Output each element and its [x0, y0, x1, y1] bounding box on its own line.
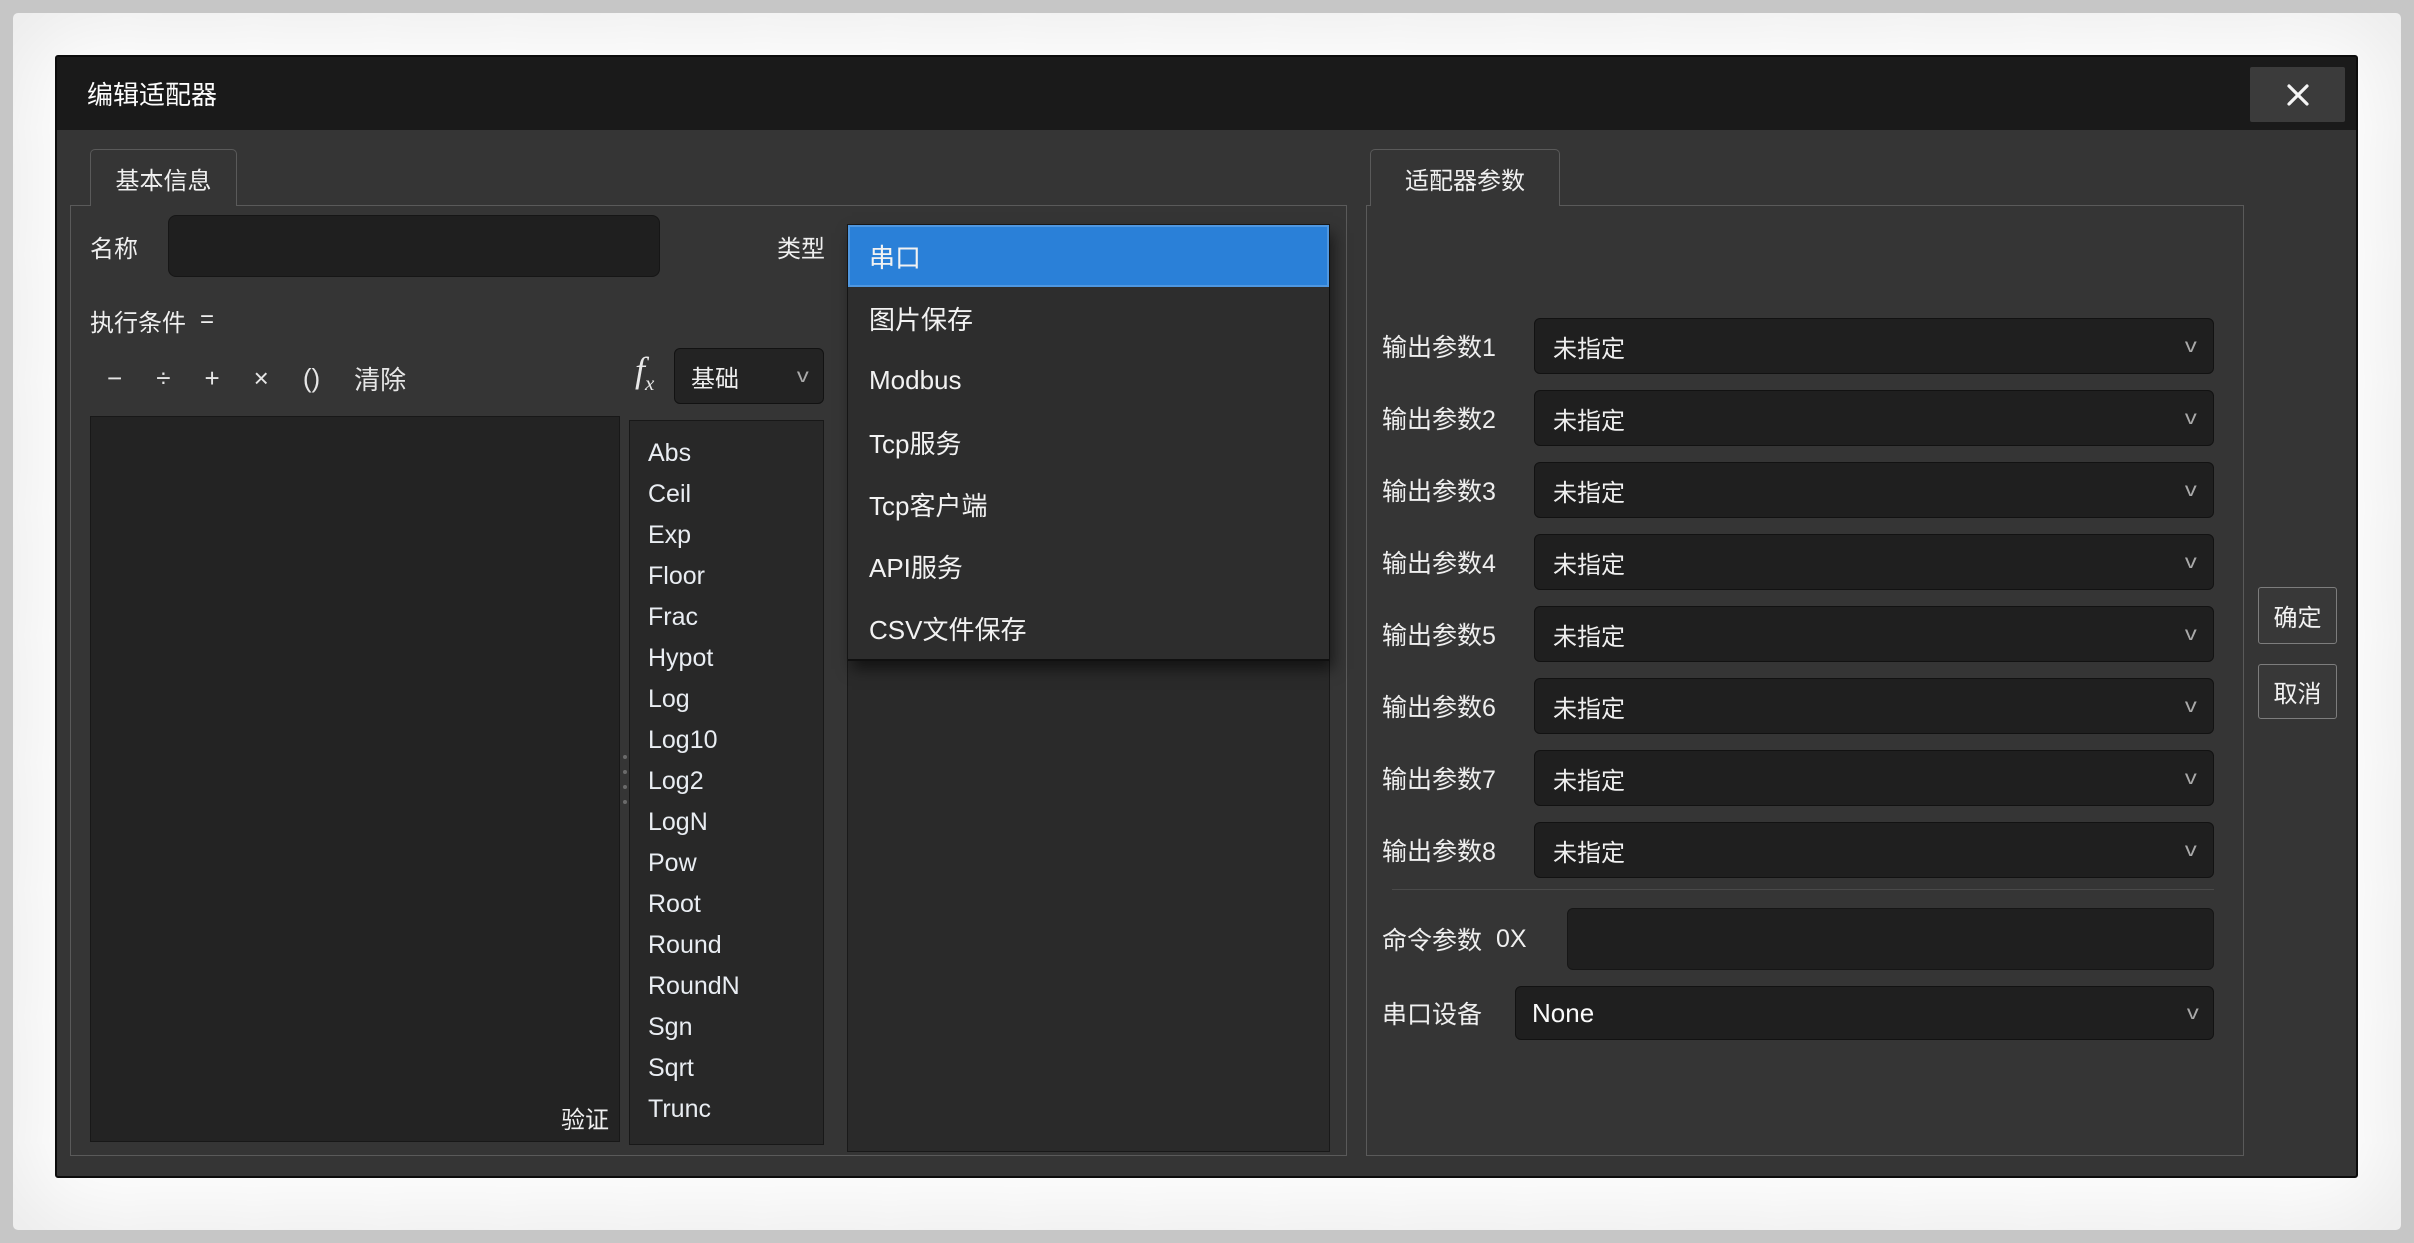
type-listbox: 串口图片保存ModbusTcp服务Tcp客户端API服务CSV文件保存: [847, 224, 1330, 1152]
type-option[interactable]: Modbus: [848, 349, 1329, 411]
edit-adapter-dialog: 编辑适配器 基本信息 适配器参数 名称 类型 串口图片保存ModbusTcp服务…: [55, 55, 2358, 1178]
type-option[interactable]: 图片保存: [848, 287, 1329, 349]
type-option[interactable]: Tcp客户端: [848, 473, 1329, 535]
type-list-items: 串口图片保存ModbusTcp服务Tcp客户端API服务CSV文件保存: [848, 225, 1329, 661]
desktop-background: 编辑适配器 基本信息 适配器参数 名称 类型 串口图片保存ModbusTcp服务…: [0, 0, 2414, 1243]
tab-adapter-params[interactable]: 适配器参数: [1370, 149, 1560, 206]
cancel-button[interactable]: 取消: [2258, 664, 2337, 719]
type-option[interactable]: 串口: [848, 225, 1329, 287]
dialog-titlebar[interactable]: 编辑适配器: [57, 57, 2356, 130]
type-option[interactable]: CSV文件保存: [848, 597, 1329, 659]
dialog-title: 编辑适配器: [87, 57, 217, 130]
adapter-params-panel: [1366, 205, 2244, 1156]
close-button[interactable]: [2250, 67, 2345, 122]
type-option[interactable]: Tcp服务: [848, 411, 1329, 473]
ok-button[interactable]: 确定: [2258, 587, 2337, 644]
close-icon: [2285, 82, 2311, 108]
tab-basic-info[interactable]: 基本信息: [90, 149, 237, 206]
type-option[interactable]: API服务: [848, 535, 1329, 597]
